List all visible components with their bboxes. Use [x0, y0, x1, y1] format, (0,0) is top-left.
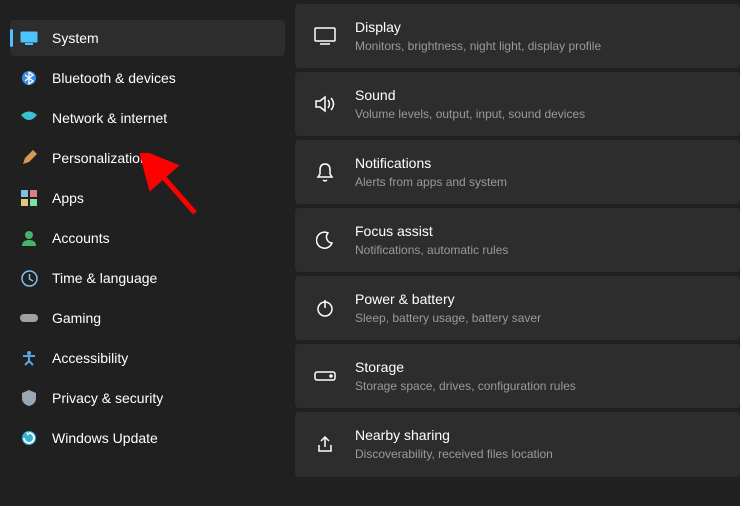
setting-title: Storage: [355, 358, 722, 377]
setting-row-nearby-sharing[interactable]: Nearby sharing Discoverability, received…: [295, 412, 740, 476]
sound-icon: [313, 92, 337, 116]
sidebar-item-personalization[interactable]: Personalization: [10, 140, 285, 176]
apps-icon: [20, 189, 38, 207]
bell-icon: [313, 160, 337, 184]
accessibility-icon: [20, 349, 38, 367]
setting-row-sound[interactable]: Sound Volume levels, output, input, soun…: [295, 72, 740, 136]
monitor-icon: [20, 29, 38, 47]
sidebar-item-time-language[interactable]: Time & language: [10, 260, 285, 296]
sidebar-item-label: Apps: [52, 190, 84, 206]
setting-row-power-battery[interactable]: Power & battery Sleep, battery usage, ba…: [295, 276, 740, 340]
sidebar-item-apps[interactable]: Apps: [10, 180, 285, 216]
settings-sidebar: System Bluetooth & devices Network & int…: [0, 0, 295, 506]
system-settings-list: Display Monitors, brightness, night ligh…: [295, 0, 740, 506]
shield-icon: [20, 389, 38, 407]
sidebar-item-label: Windows Update: [52, 430, 158, 446]
setting-row-notifications[interactable]: Notifications Alerts from apps and syste…: [295, 140, 740, 204]
sidebar-item-windows-update[interactable]: Windows Update: [10, 420, 285, 456]
setting-desc: Volume levels, output, input, sound devi…: [355, 106, 722, 122]
display-icon: [313, 24, 337, 48]
sidebar-item-label: Accounts: [52, 230, 110, 246]
sidebar-item-label: Time & language: [52, 270, 157, 286]
setting-title: Sound: [355, 86, 722, 105]
sidebar-item-network[interactable]: Network & internet: [10, 100, 285, 136]
setting-title: Focus assist: [355, 222, 722, 241]
sidebar-item-bluetooth[interactable]: Bluetooth & devices: [10, 60, 285, 96]
setting-desc: Alerts from apps and system: [355, 174, 722, 190]
sidebar-item-accounts[interactable]: Accounts: [10, 220, 285, 256]
setting-row-display[interactable]: Display Monitors, brightness, night ligh…: [295, 4, 740, 68]
setting-text: Display Monitors, brightness, night ligh…: [355, 18, 722, 54]
sidebar-item-accessibility[interactable]: Accessibility: [10, 340, 285, 376]
update-icon: [20, 429, 38, 447]
setting-desc: Discoverability, received files location: [355, 446, 722, 462]
sidebar-item-label: Privacy & security: [52, 390, 163, 406]
setting-desc: Sleep, battery usage, battery saver: [355, 310, 722, 326]
setting-text: Notifications Alerts from apps and syste…: [355, 154, 722, 190]
clock-globe-icon: [20, 269, 38, 287]
setting-title: Power & battery: [355, 290, 722, 309]
bluetooth-icon: [20, 69, 38, 87]
setting-text: Focus assist Notifications, automatic ru…: [355, 222, 722, 258]
setting-row-focus-assist[interactable]: Focus assist Notifications, automatic ru…: [295, 208, 740, 272]
person-icon: [20, 229, 38, 247]
sidebar-item-label: System: [52, 30, 99, 46]
sidebar-item-system[interactable]: System: [10, 20, 285, 56]
setting-text: Storage Storage space, drives, configura…: [355, 358, 722, 394]
sidebar-item-gaming[interactable]: Gaming: [10, 300, 285, 336]
setting-title: Notifications: [355, 154, 722, 173]
setting-row-storage[interactable]: Storage Storage space, drives, configura…: [295, 344, 740, 408]
setting-desc: Monitors, brightness, night light, displ…: [355, 38, 722, 54]
paintbrush-icon: [20, 149, 38, 167]
share-icon: [313, 433, 337, 457]
sidebar-item-label: Personalization: [52, 150, 148, 166]
gamepad-icon: [20, 309, 38, 327]
sidebar-item-label: Network & internet: [52, 110, 167, 126]
sidebar-item-label: Accessibility: [52, 350, 128, 366]
moon-icon: [313, 228, 337, 252]
storage-icon: [313, 364, 337, 388]
setting-desc: Notifications, automatic rules: [355, 242, 722, 258]
setting-text: Sound Volume levels, output, input, soun…: [355, 86, 722, 122]
setting-title: Display: [355, 18, 722, 37]
wifi-icon: [20, 109, 38, 127]
setting-desc: Storage space, drives, configuration rul…: [355, 378, 722, 394]
power-icon: [313, 296, 337, 320]
sidebar-item-label: Bluetooth & devices: [52, 70, 176, 86]
sidebar-item-privacy-security[interactable]: Privacy & security: [10, 380, 285, 416]
setting-title: Nearby sharing: [355, 426, 722, 445]
sidebar-item-label: Gaming: [52, 310, 101, 326]
setting-text: Nearby sharing Discoverability, received…: [355, 426, 722, 462]
setting-text: Power & battery Sleep, battery usage, ba…: [355, 290, 722, 326]
